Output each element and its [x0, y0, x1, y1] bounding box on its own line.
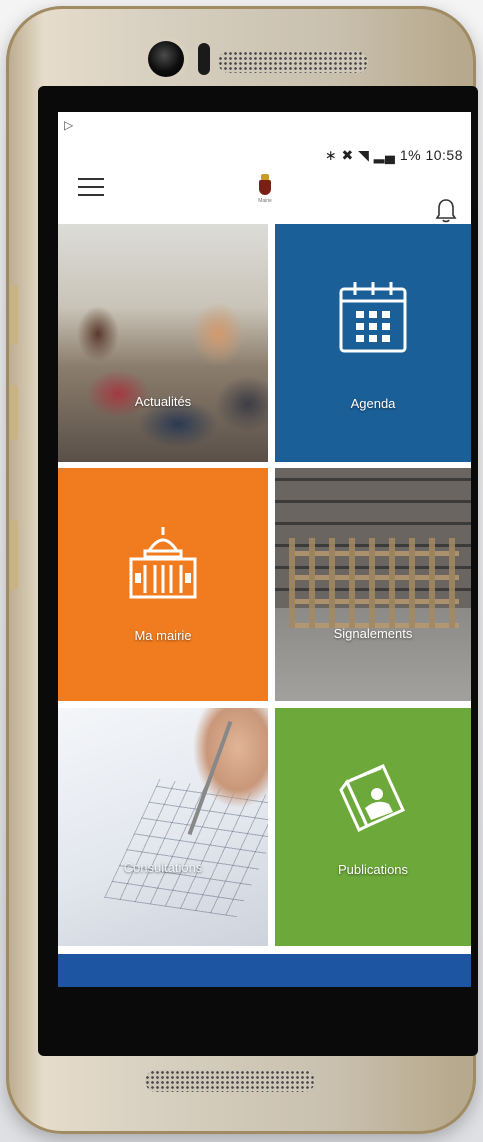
- volume-button: [10, 285, 18, 345]
- magazine-icon: [337, 760, 413, 839]
- bottom-accent-strip: [58, 954, 471, 987]
- tile-agenda[interactable]: Agenda: [275, 224, 471, 462]
- app-screen: ▷ ∗ ✖ ◥ ▂▄ 1% 10:58 Mairie Actualités Ag…: [58, 112, 471, 987]
- tile-label: Publications: [337, 862, 409, 877]
- bluetooth-icon: ∗: [324, 147, 338, 163]
- tile-publications[interactable]: Publications: [275, 708, 471, 946]
- navigation-bar-area: [58, 987, 471, 1056]
- mute-icon: ✖: [341, 147, 354, 163]
- townhall-icon: [125, 523, 201, 608]
- logo-caption: Mairie: [258, 198, 272, 204]
- top-speaker-grill: [218, 51, 368, 73]
- tile-label: Actualités: [134, 394, 192, 409]
- play-store-icon: ▷: [64, 118, 74, 132]
- tile-consultations[interactable]: Consultations: [58, 708, 268, 946]
- crest-icon: [259, 174, 271, 195]
- status-right: ∗ ✖ ◥ ▂▄ 1% 10:58: [325, 147, 463, 164]
- city-logo: Mairie: [252, 174, 278, 214]
- wifi-icon: ◥: [358, 147, 370, 163]
- power-button: [10, 385, 18, 440]
- app-bar: Mairie: [58, 168, 471, 222]
- tile-label: Ma mairie: [134, 628, 192, 643]
- status-bar: ▷ ∗ ✖ ◥ ▂▄ 1% 10:58: [58, 112, 471, 168]
- tile-actualites[interactable]: Actualités: [58, 224, 268, 462]
- side-button: [10, 520, 18, 590]
- front-camera: [148, 41, 184, 77]
- tile-label: Agenda: [350, 396, 396, 411]
- status-text: 1% 10:58: [399, 147, 463, 163]
- tile-label: Consultations: [123, 860, 203, 875]
- bottom-speaker-grill: [145, 1070, 315, 1092]
- proximity-sensor: [198, 43, 210, 75]
- tile-label: Signalements: [333, 626, 413, 641]
- chairs-photo: [289, 538, 459, 628]
- tile-ma-mairie[interactable]: Ma mairie: [58, 468, 268, 701]
- hamburger-icon[interactable]: [78, 178, 104, 198]
- signal-icon: ▂▄: [373, 147, 396, 163]
- hand-photo: [178, 708, 268, 828]
- calendar-icon: [337, 279, 409, 360]
- tile-signalements[interactable]: Signalements: [275, 468, 471, 701]
